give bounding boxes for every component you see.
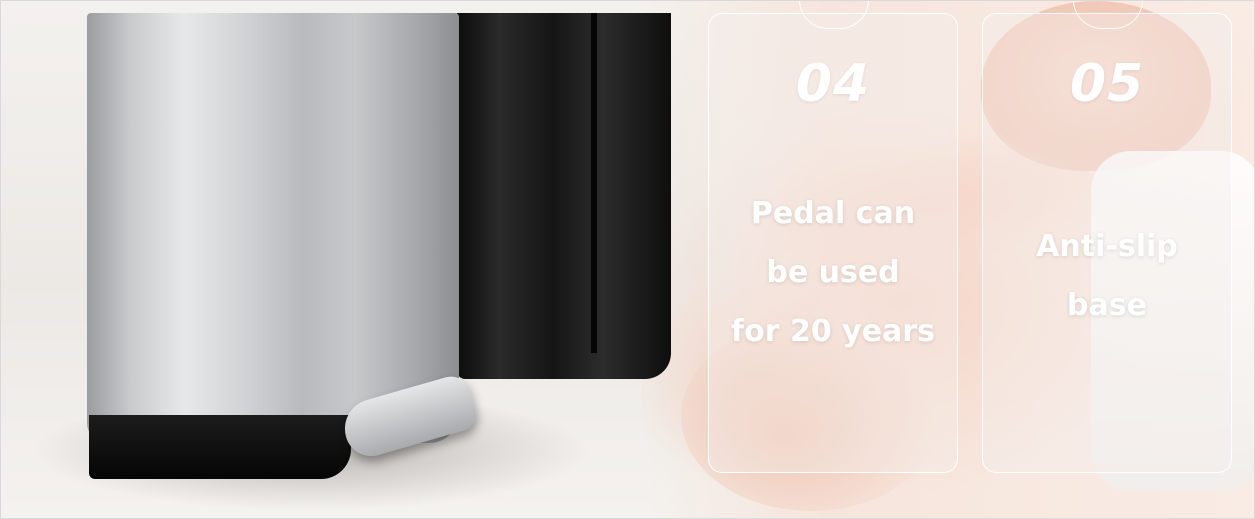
bin-base [89, 415, 351, 479]
feature-number: 04 [795, 54, 871, 114]
feature-line: base [1067, 288, 1147, 323]
feature-card-05: 05 Anti-slip base [982, 1, 1232, 473]
feature-line: be used [766, 255, 900, 290]
black-trash-bin [457, 13, 671, 379]
feature-description: Pedal can be used for 20 years [709, 184, 957, 361]
black-bin-groove [591, 13, 597, 353]
card-tab [1073, 1, 1143, 29]
product-banner: 04 Pedal can be used for 20 years 05 Ant… [0, 0, 1255, 519]
feature-description: Anti-slip base [983, 217, 1231, 335]
feature-number: 05 [1069, 54, 1145, 114]
feature-card-04: 04 Pedal can be used for 20 years [708, 1, 958, 473]
card-tab [799, 1, 869, 29]
stainless-trash-bin [87, 13, 459, 443]
feature-line: Pedal can [750, 196, 916, 231]
feature-line: for 20 years [731, 314, 935, 349]
feature-line: Anti-slip [1036, 229, 1178, 264]
